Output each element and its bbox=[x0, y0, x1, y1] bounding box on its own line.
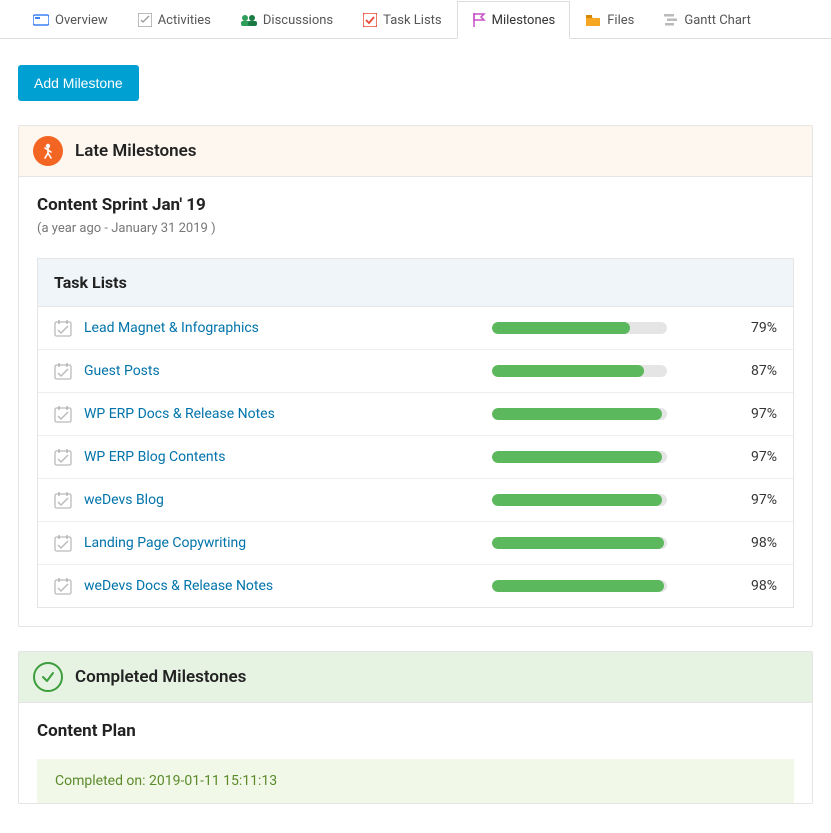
task-link[interactable]: Landing Page Copywriting bbox=[84, 535, 480, 551]
discussions-icon bbox=[241, 13, 257, 27]
task-percent: 98% bbox=[729, 578, 777, 594]
tasklists-icon bbox=[363, 13, 377, 27]
progress-bar bbox=[492, 365, 667, 377]
late-milestones-header: Late Milestones bbox=[19, 126, 812, 177]
add-milestone-button[interactable]: Add Milestone bbox=[18, 65, 139, 101]
tab-overview[interactable]: Overview bbox=[18, 1, 123, 39]
tab-label: Overview bbox=[55, 13, 108, 28]
tab-activities[interactable]: Activities bbox=[123, 1, 226, 39]
completed-milestones-header: Completed Milestones bbox=[19, 652, 812, 703]
tasklist-icon bbox=[54, 319, 72, 337]
tasklist-icon bbox=[54, 577, 72, 595]
overview-icon bbox=[33, 13, 49, 27]
tab-milestones[interactable]: Milestones bbox=[457, 1, 571, 39]
progress-bar bbox=[492, 494, 667, 506]
task-link[interactable]: weDevs Blog bbox=[84, 492, 480, 508]
tabs-bar: Overview Activities Discussions Task Lis… bbox=[0, 0, 831, 39]
task-row: Guest Posts 87% bbox=[38, 350, 793, 393]
task-percent: 97% bbox=[729, 406, 777, 422]
gantt-icon bbox=[664, 13, 678, 27]
completed-milestones-card: Completed Milestones Content Plan Comple… bbox=[18, 651, 813, 804]
task-link[interactable]: Guest Posts bbox=[84, 363, 480, 379]
progress-bar bbox=[492, 408, 667, 420]
completed-on-row: Completed on: 2019-01-11 15:11:13 bbox=[37, 759, 794, 803]
tasklist-icon bbox=[54, 534, 72, 552]
task-percent: 87% bbox=[729, 363, 777, 379]
task-link[interactable]: WP ERP Docs & Release Notes bbox=[84, 406, 480, 422]
tasklist-icon bbox=[54, 405, 72, 423]
milestones-icon bbox=[472, 12, 486, 28]
completed-milestones-heading: Completed Milestones bbox=[75, 667, 246, 687]
progress-bar bbox=[492, 322, 667, 334]
tasklists-panel: Task Lists Lead Magnet & Infographics 79%… bbox=[37, 258, 794, 608]
task-link[interactable]: WP ERP Blog Contents bbox=[84, 449, 480, 465]
progress-bar bbox=[492, 451, 667, 463]
tasklists-heading: Task Lists bbox=[38, 259, 793, 307]
activities-icon bbox=[138, 13, 152, 27]
tab-discussions[interactable]: Discussions bbox=[226, 1, 348, 39]
tab-label: Milestones bbox=[492, 13, 556, 28]
tab-tasklists[interactable]: Task Lists bbox=[348, 1, 456, 39]
completed-on-value: 2019-01-11 15:11:13 bbox=[149, 773, 277, 789]
completed-on-label: Completed on: bbox=[55, 773, 149, 789]
task-percent: 79% bbox=[729, 320, 777, 336]
completed-icon bbox=[33, 662, 63, 692]
task-percent: 97% bbox=[729, 449, 777, 465]
tab-label: Activities bbox=[158, 13, 211, 28]
files-icon bbox=[585, 13, 601, 27]
task-row: WP ERP Docs & Release Notes 97% bbox=[38, 393, 793, 436]
late-milestones-heading: Late Milestones bbox=[75, 141, 197, 161]
tab-gantt[interactable]: Gantt Chart bbox=[649, 1, 766, 39]
tasklist-icon bbox=[54, 491, 72, 509]
tab-files[interactable]: Files bbox=[570, 1, 649, 39]
progress-bar bbox=[492, 537, 667, 549]
milestone-meta: (a year ago - January 31 2019 ) bbox=[37, 221, 794, 236]
completed-milestone-title: Content Plan bbox=[19, 703, 812, 759]
tab-label: Gantt Chart bbox=[684, 13, 751, 28]
task-row: Lead Magnet & Infographics 79% bbox=[38, 307, 793, 350]
progress-bar bbox=[492, 580, 667, 592]
task-row: Landing Page Copywriting 98% bbox=[38, 522, 793, 565]
tasklist-icon bbox=[54, 362, 72, 380]
task-link[interactable]: Lead Magnet & Infographics bbox=[84, 320, 480, 336]
tab-label: Task Lists bbox=[383, 13, 441, 28]
task-percent: 98% bbox=[729, 535, 777, 551]
milestone-title: Content Sprint Jan' 19 bbox=[37, 195, 794, 215]
tab-label: Files bbox=[607, 13, 634, 28]
task-percent: 97% bbox=[729, 492, 777, 508]
late-icon bbox=[33, 136, 63, 166]
task-row: weDevs Blog 97% bbox=[38, 479, 793, 522]
task-link[interactable]: weDevs Docs & Release Notes bbox=[84, 578, 480, 594]
tab-label: Discussions bbox=[263, 13, 333, 28]
task-row: WP ERP Blog Contents 97% bbox=[38, 436, 793, 479]
tasklist-icon bbox=[54, 448, 72, 466]
page-content: Add Milestone Late Milestones Content Sp… bbox=[0, 39, 831, 804]
task-row: weDevs Docs & Release Notes 98% bbox=[38, 565, 793, 607]
late-milestones-card: Late Milestones Content Sprint Jan' 19 (… bbox=[18, 125, 813, 627]
